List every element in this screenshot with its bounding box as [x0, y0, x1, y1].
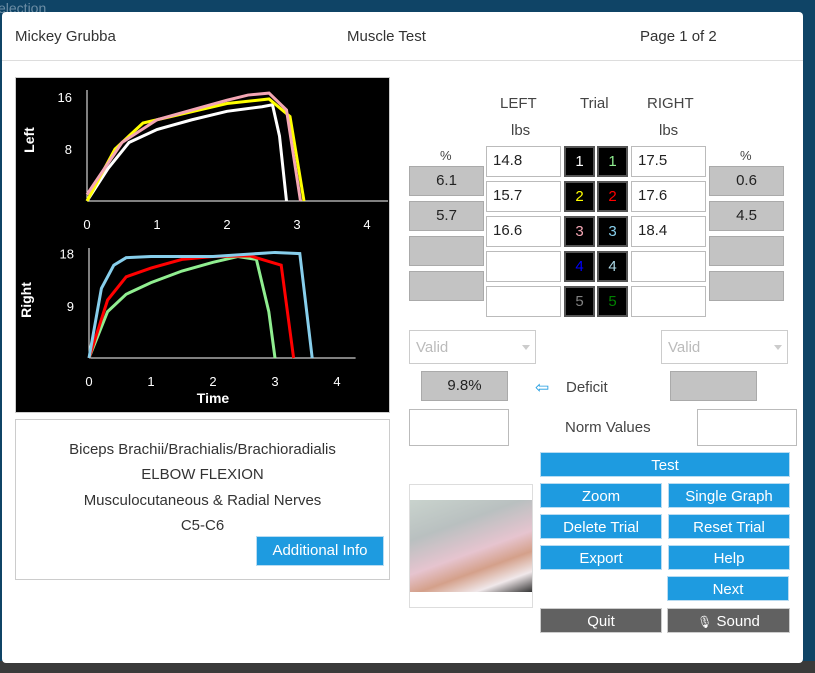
delete-trial-button[interactable]: Delete Trial	[540, 514, 662, 539]
axis-label: Left	[21, 127, 37, 153]
muscle-name: Biceps Brachii/Brachialis/Brachioradiali…	[69, 441, 336, 458]
left-value-input[interactable]	[486, 286, 561, 317]
x-tick-label: 1	[147, 374, 154, 389]
trial-curve	[85, 103, 288, 202]
sound-button[interactable]: 🎙︎ Sound	[667, 608, 790, 633]
right-pct-cell	[709, 271, 784, 301]
force-graph-panel: Left 16 8 0 1 2 3 4 Right 18 9 0 1 2 3 4 Time	[15, 77, 390, 413]
right-pct-header: %	[740, 148, 752, 163]
left-header: LEFT	[500, 95, 537, 112]
right-value-input[interactable]: 17.6	[631, 181, 706, 212]
left-trial-button[interactable]: 3	[564, 216, 595, 247]
spinal-level: C5-C6	[180, 517, 225, 534]
norm-right-input[interactable]	[697, 409, 797, 446]
right-pct-cell: 0.6	[709, 166, 784, 196]
right-trial-button[interactable]: 5	[597, 286, 628, 317]
left-trial-button[interactable]: 4	[564, 251, 595, 282]
muscle-info-panel: Biceps Brachii/Brachialis/Brachioradiali…	[15, 419, 390, 580]
dialog-title: Muscle Test	[347, 28, 426, 45]
right-trial-button[interactable]: 3	[597, 216, 628, 247]
trial-curve	[85, 91, 302, 202]
right-value-input[interactable]	[631, 251, 706, 282]
muscle-test-dialog: Mickey Grubba Muscle Test Page 1 of 2 Le…	[2, 12, 803, 663]
left-value-input[interactable]: 15.7	[486, 181, 561, 212]
help-button[interactable]: Help	[668, 545, 790, 570]
left-pct-cell	[409, 236, 484, 266]
microphone-icon: 🎙︎	[697, 615, 713, 629]
right-trial-button[interactable]: 4	[597, 251, 628, 282]
force-time-graph: Left 16 8 0 1 2 3 4 Right 18 9 0 1 2 3 4 Time	[18, 90, 388, 406]
norm-left-input[interactable]	[409, 409, 509, 446]
photo-image	[410, 500, 532, 592]
left-trial-button[interactable]: 1	[564, 146, 595, 177]
test-position-photo	[409, 484, 533, 608]
left-value-input[interactable]: 14.8	[486, 146, 561, 177]
x-tick-label: 3	[271, 374, 278, 389]
right-trial-button[interactable]: 1	[597, 146, 628, 177]
y-tick-label: 9	[67, 299, 74, 314]
norm-values-label: Norm Values	[565, 419, 651, 436]
right-value-input[interactable]: 18.4	[631, 216, 706, 247]
x-tick-label: 3	[293, 217, 300, 232]
dialog-header: Mickey Grubba Muscle Test Page 1 of 2	[2, 12, 803, 61]
next-button[interactable]: Next	[667, 576, 789, 601]
trial-curve	[87, 254, 277, 359]
right-pct-cell: 4.5	[709, 201, 784, 231]
left-trial-button[interactable]: 5	[564, 286, 595, 317]
x-tick-label: 1	[153, 217, 160, 232]
trial-curve	[85, 97, 306, 202]
x-tick-label: 0	[85, 374, 92, 389]
left-pct-cell	[409, 271, 484, 301]
nerves: Musculocutaneous & Radial Nerves	[83, 492, 322, 509]
page-indicator: Page 1 of 2	[640, 28, 717, 45]
left-validity-select[interactable]: Valid	[409, 330, 536, 364]
x-tick-label: 2	[223, 217, 230, 232]
patient-name: Mickey Grubba	[15, 28, 116, 45]
right-value-input[interactable]: 17.5	[631, 146, 706, 177]
left-validity-value: Valid	[416, 339, 449, 356]
axis-label: Right	[18, 282, 34, 318]
deficit-right-value	[670, 371, 757, 401]
x-tick-label: 0	[83, 217, 90, 232]
y-tick-label: 16	[58, 90, 72, 105]
left-trial-button[interactable]: 2	[564, 181, 595, 212]
right-unit: lbs	[659, 122, 679, 139]
quit-button[interactable]: Quit	[540, 608, 662, 633]
trial-curve	[87, 250, 314, 359]
right-header: RIGHT	[647, 95, 694, 112]
motion-name: ELBOW FLEXION	[141, 466, 264, 483]
arrow-left-icon: ⇦	[535, 378, 550, 397]
deficit-value: 9.8%	[421, 371, 508, 401]
export-button[interactable]: Export	[540, 545, 662, 570]
left-pct-cell: 5.7	[409, 201, 484, 231]
sound-label: Sound	[716, 613, 760, 630]
deficit-label: Deficit	[566, 379, 608, 396]
right-validity-value: Valid	[668, 339, 701, 356]
test-button[interactable]: Test	[540, 452, 790, 477]
trial-header: Trial	[580, 95, 609, 112]
chevron-down-icon	[774, 345, 782, 350]
single-graph-button[interactable]: Single Graph	[668, 483, 790, 508]
x-tick-label: 2	[209, 374, 216, 389]
zoom-button[interactable]: Zoom	[540, 483, 662, 508]
right-trial-button[interactable]: 2	[597, 181, 628, 212]
left-value-input[interactable]: 16.6	[486, 216, 561, 247]
y-tick-label: 8	[65, 142, 72, 157]
left-unit: lbs	[511, 122, 531, 139]
right-value-input[interactable]	[631, 286, 706, 317]
right-validity-select[interactable]: Valid	[661, 330, 788, 364]
left-pct-cell: 6.1	[409, 166, 484, 196]
right-pct-cell	[709, 236, 784, 266]
chevron-down-icon	[522, 345, 530, 350]
x-tick-label: 4	[363, 217, 370, 232]
left-pct-header: %	[440, 148, 452, 163]
y-tick-label: 18	[60, 247, 74, 262]
left-value-input[interactable]	[486, 251, 561, 282]
x-axis-label: Time	[197, 390, 230, 406]
additional-info-button[interactable]: Additional Info	[256, 536, 384, 566]
trial-curve	[87, 254, 296, 359]
x-tick-label: 4	[333, 374, 340, 389]
reset-trial-button[interactable]: Reset Trial	[668, 514, 790, 539]
